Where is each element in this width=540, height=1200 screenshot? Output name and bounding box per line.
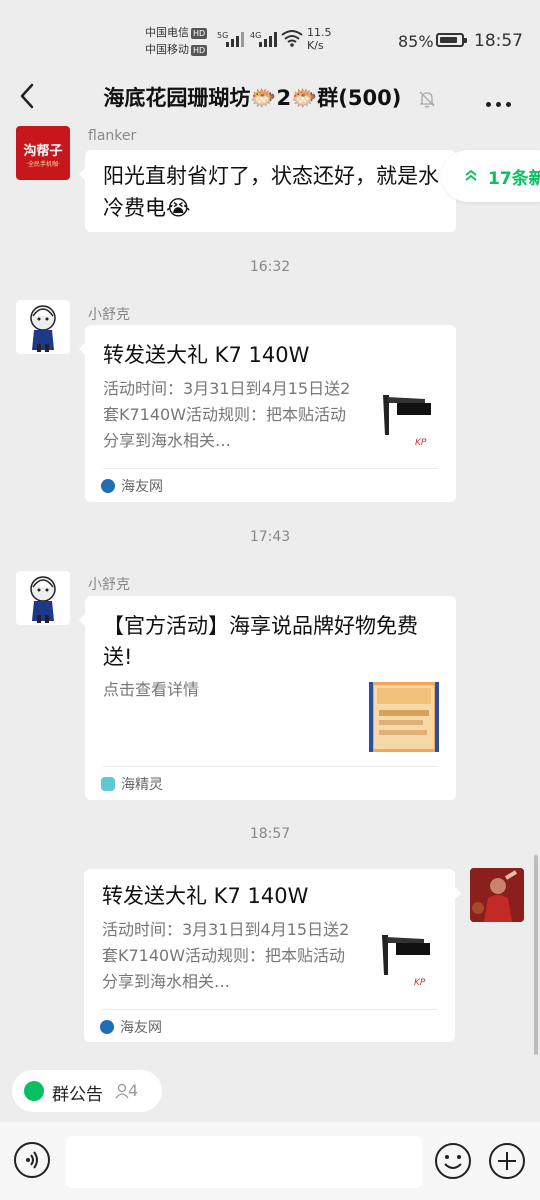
link-card[interactable]: 转发送大礼 K7 140W 活动时间：3月31日到4月15日送2套K7140W活…: [79, 325, 456, 502]
card-description: 活动时间：3月31日到4月15日送2套K7140W活动规则：把本贴活动分享到海水…: [103, 379, 351, 450]
haiyou-logo-icon: [101, 479, 115, 493]
profile-photo-image: [470, 868, 524, 922]
carrier-2: 中国移动: [145, 43, 189, 56]
sender-name: flanker: [88, 128, 137, 144]
voice-icon[interactable]: [14, 1142, 50, 1178]
card-title: 转发送大礼 K7 140W: [102, 884, 309, 908]
net-4g-label: 4G: [250, 31, 261, 40]
cartoon-avatar-icon: [30, 305, 56, 352]
lamp-thumbnail-image: KP: [374, 925, 444, 995]
carrier-1: 中国电信: [145, 26, 189, 39]
scrollbar[interactable]: [534, 855, 538, 1055]
divider: [102, 1009, 437, 1010]
card-source: 海友网: [100, 1017, 162, 1037]
lamp-thumbnail-image: KP: [375, 385, 445, 455]
svg-text:KP: KP: [415, 438, 427, 448]
card-source: 海友网: [101, 476, 163, 496]
haijingling-logo-icon: [101, 777, 115, 791]
message-bubble[interactable]: 阳光直射省灯了，状态还好，就是水冷费电😭: [79, 150, 456, 232]
chat-title: 海底花园珊瑚坊🐡2🐡群(500): [103, 86, 402, 110]
bell-off-icon: [419, 91, 435, 108]
double-chevron-up-icon: [465, 169, 477, 181]
timestamp: 17:43: [249, 529, 291, 545]
sender-name: 小舒克: [88, 577, 130, 593]
message-input[interactable]: [66, 1136, 422, 1188]
card-title: 【官方活动】海享说品牌好物免费送!: [103, 614, 418, 669]
carrier-info: 中国电信 HD 中国移动 HD: [145, 24, 208, 58]
haiyou-logo-icon: [100, 1020, 114, 1034]
promo-thumbnail-image: [369, 682, 439, 752]
notice-bar: 群公告 4: [0, 1060, 540, 1122]
avatar[interactable]: [16, 300, 70, 354]
plus-icon[interactable]: [488, 1142, 526, 1180]
unread-messages-button[interactable]: 17条新: [442, 150, 540, 202]
hd-badge: HD: [191, 27, 208, 39]
signal-5g-icon: 5G: [217, 31, 244, 47]
svg-text:KP: KP: [414, 978, 426, 988]
card-description: 活动时间：3月31日到4月15日送2套K7140W活动规则：把本贴活动分享到海水…: [102, 920, 350, 991]
divider: [103, 766, 438, 767]
card-title: 转发送大礼 K7 140W: [103, 343, 310, 367]
status-time: 18:57: [474, 31, 523, 51]
message-text: 阳光直射省灯了，状态还好，就是水冷费电😭: [103, 164, 439, 220]
timestamp: 18:57: [249, 826, 291, 842]
more-icon[interactable]: [486, 92, 516, 107]
net-5g-label: 5G: [217, 31, 228, 40]
group-notice-button[interactable]: 群公告 4: [12, 1070, 162, 1112]
input-bar: [0, 1122, 540, 1200]
avatar[interactable]: [16, 571, 70, 625]
chat-header: 海底花园珊瑚坊🐡2🐡群(500): [0, 80, 540, 116]
timestamp: 16:32: [249, 259, 291, 275]
notice-icon: [24, 1081, 44, 1101]
divider: [103, 468, 438, 469]
link-card[interactable]: 转发送大礼 K7 140W 活动时间：3月31日到4月15日送2套K7140W活…: [84, 869, 461, 1042]
hd-badge: HD: [191, 44, 208, 56]
emoji-icon[interactable]: [434, 1142, 472, 1180]
cartoon-avatar-icon: [30, 576, 56, 623]
link-card[interactable]: 【官方活动】海享说品牌好物免费送! 点击查看详情 海精灵: [79, 596, 456, 800]
notice-member-count: 4: [128, 1081, 139, 1100]
avatar-subtext: ·全民手机咖·: [26, 161, 60, 168]
battery-percentage: 85%: [398, 32, 434, 51]
page-title: 海底花园珊瑚坊🐡2🐡群(500): [0, 82, 540, 112]
avatar[interactable]: [470, 868, 524, 922]
signal-4g-icon: 4G: [250, 31, 277, 47]
avatar-text: 沟帮子: [23, 144, 63, 159]
unread-count-label: 17条新: [488, 169, 540, 189]
network-speed: 11.5 K/s: [307, 26, 332, 52]
battery-icon: [436, 33, 467, 47]
wifi-icon: [281, 30, 303, 47]
group-notice-label: 群公告: [52, 1085, 103, 1105]
status-bar: 中国电信 HD 中国移动 HD 5G 4G 11.5 K/s 85% 18:57: [0, 0, 540, 80]
card-source: 海精灵: [101, 774, 163, 794]
sender-name: 小舒克: [88, 307, 130, 323]
card-description: 点击查看详情: [103, 680, 200, 699]
avatar[interactable]: 沟帮子 ·全民手机咖·: [16, 126, 70, 180]
